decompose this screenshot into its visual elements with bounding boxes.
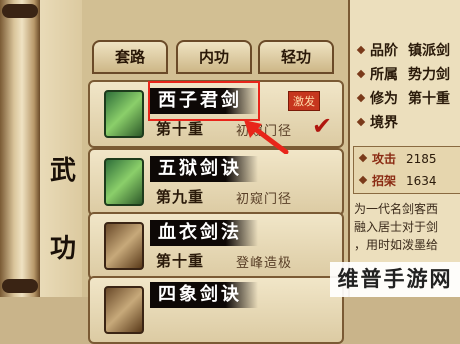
book-icon: [104, 222, 144, 270]
diamond-icon: [356, 45, 366, 55]
tab-neigong[interactable]: 内功: [176, 40, 252, 74]
skill-level: 初窥门径: [236, 192, 293, 207]
jade-scroll-icon: [104, 158, 144, 206]
description-line-1: 为一代名剑客西: [354, 202, 439, 216]
attr-realm: 境界: [356, 112, 408, 132]
description-line-2: 融入居士对于剑: [354, 220, 439, 234]
tab-taolu[interactable]: 套路: [92, 40, 168, 74]
scroll-cap-bottom: [2, 279, 38, 293]
book-icon: [104, 286, 144, 334]
skill-name: 血衣剑法: [150, 220, 258, 246]
diamond-icon: [356, 93, 366, 103]
pointer-arrow-icon: [244, 120, 289, 154]
description-line-3: ，用时如泼墨给: [354, 238, 439, 252]
jade-scroll-icon: [104, 90, 144, 138]
scroll-roll: [0, 0, 40, 297]
skill-card-4[interactable]: 四象剑诀: [88, 276, 344, 344]
watermark: 维普手游网: [330, 262, 460, 297]
skill-name: 四象剑诀: [150, 282, 258, 308]
attr-cultivation: 修为 第十重: [356, 88, 450, 108]
activated-badge: 激发: [288, 91, 320, 111]
scroll-cap-top: [2, 4, 38, 18]
skill-stage: 第十重: [156, 120, 205, 138]
check-icon: ✔: [312, 112, 333, 140]
section-title-char-2: 功: [50, 234, 77, 264]
skill-stage: 第十重: [156, 252, 205, 270]
skill-card-2[interactable]: 五狱剑诀 第九重 初窥门径: [88, 148, 344, 216]
attr-faction: 所属 势力剑: [356, 64, 450, 84]
skill-stage: 第九重: [156, 188, 205, 206]
skill-level: 登峰造极: [236, 256, 293, 271]
diamond-icon: [358, 175, 368, 185]
tab-qinggong[interactable]: 轻功: [258, 40, 334, 74]
section-title-char-1: 武: [50, 156, 77, 186]
skill-name: 五狱剑诀: [150, 156, 258, 182]
diamond-icon: [356, 69, 366, 79]
stat-attack: 攻击 2185: [358, 150, 437, 167]
diamond-icon: [356, 117, 366, 127]
diamond-icon: [358, 153, 368, 163]
skill-card-3[interactable]: 血衣剑法 第十重 登峰造极: [88, 212, 344, 280]
attr-rank: 品阶 镇派剑: [356, 40, 450, 60]
stat-parry: 招架 1634: [358, 172, 437, 189]
highlight-box: [148, 81, 260, 121]
